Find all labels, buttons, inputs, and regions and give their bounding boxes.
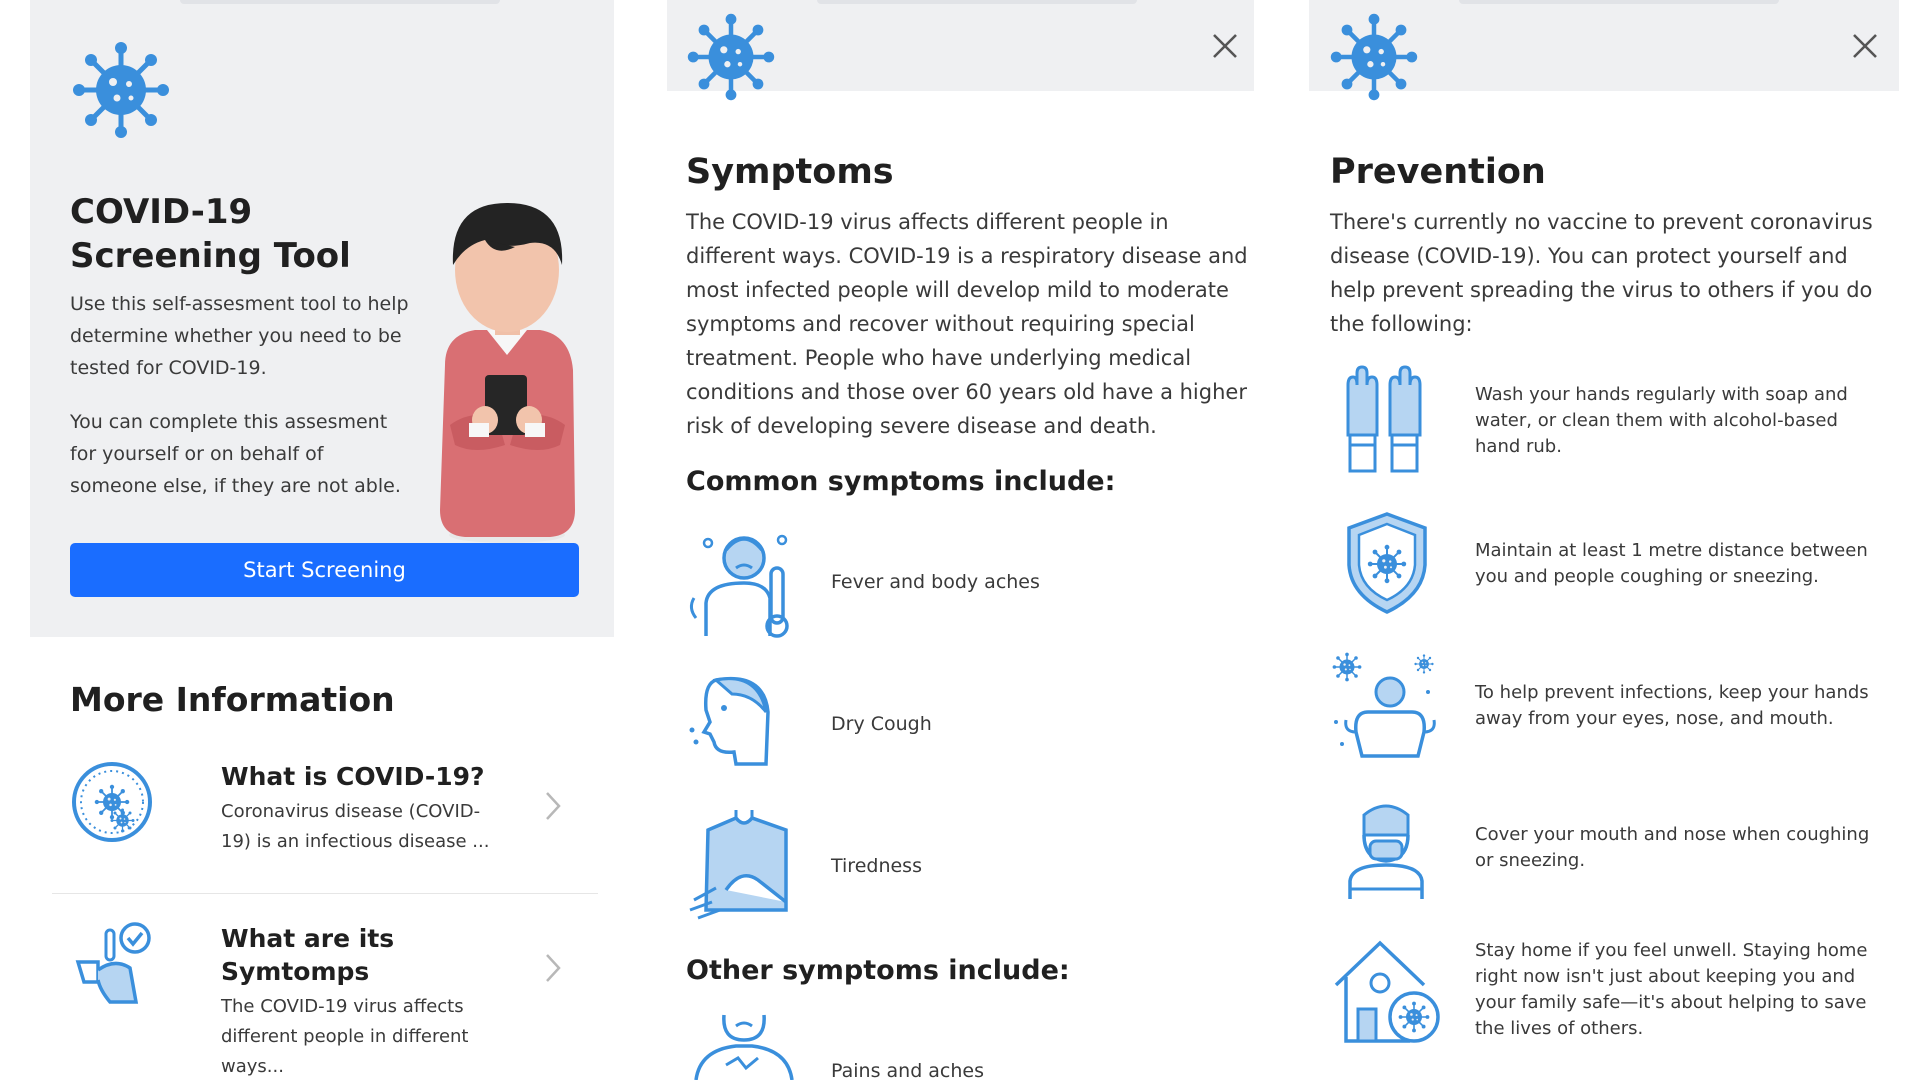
virus-logo-icon [1328, 12, 1420, 102]
close-icon[interactable] [1210, 31, 1240, 61]
info-desc: The COVID-19 virus affects different peo… [221, 996, 469, 1077]
info-desc: Coronavirus disease (COVID-19) is an inf… [221, 801, 490, 852]
prevention-panel: Prevention There's currently no vaccine … [1290, 0, 1920, 1080]
prevention-label: Stay home if you feel unwell. Staying ho… [1475, 940, 1868, 1039]
gloves-icon [1346, 365, 1422, 473]
info-title: What is COVID-19? [221, 762, 485, 791]
prevention-label: Maintain at least 1 metre distance betwe… [1475, 540, 1868, 587]
virus-logo-icon [70, 40, 172, 140]
symptoms-panel: Symptoms The COVID-19 virus affects diff… [650, 0, 1280, 1080]
symptom-label: Dry Cough [831, 713, 932, 735]
chevron-right-icon [546, 954, 561, 982]
shield-virus-icon [1347, 512, 1427, 614]
close-icon[interactable] [1850, 31, 1880, 61]
tiredness-icon [689, 810, 788, 920]
other-symptoms-heading: Other symptoms include: [686, 955, 1070, 986]
strong-person-icon [1332, 652, 1436, 758]
intro-paragraph: Use this self-assesment tool to help det… [70, 293, 409, 379]
fever-thermometer-icon [689, 534, 789, 638]
prevention-label: Wash your hands regularly with soap and … [1475, 384, 1848, 457]
cough-face-icon [689, 677, 770, 766]
pain-icon [694, 1014, 794, 1080]
start-screening-button[interactable]: Start Screening [70, 543, 579, 597]
symptom-label: Tiredness [831, 855, 922, 877]
title-line-2: Screening Tool [70, 236, 351, 276]
title-line-1: COVID-19 [70, 192, 253, 232]
symptom-label: Pains and aches [831, 1060, 985, 1080]
virus-circle-icon [72, 762, 152, 842]
prevention-label: Cover your mouth and nose when coughing … [1475, 824, 1870, 871]
symptoms-heading: Symptoms [686, 152, 894, 192]
drag-grip[interactable] [817, 0, 1137, 4]
screening-panel: COVID-19 Screening Tool Use this self-as… [0, 0, 630, 1080]
drag-grip[interactable] [180, 0, 500, 4]
symptom-label: Fever and body aches [831, 571, 1040, 593]
mask-person-icon [1348, 804, 1424, 899]
page-title: COVID-19 Screening Tool [70, 190, 400, 278]
symptoms-intro: The COVID-19 virus affects different peo… [686, 210, 1248, 438]
virus-logo-icon [685, 12, 777, 102]
home-virus-icon [1334, 940, 1440, 1043]
prevention-heading: Prevention [1330, 152, 1546, 192]
prevention-intro: There's currently no vaccine to prevent … [1330, 210, 1873, 336]
drag-grip[interactable] [1459, 0, 1779, 4]
chevron-right-icon [546, 792, 561, 820]
divider [52, 893, 598, 894]
symptoms-check-icon [75, 922, 151, 1004]
info-title: What are its Symtomps [221, 924, 395, 986]
person-phone-illustration [440, 203, 575, 543]
common-symptoms-heading: Common symptoms include: [686, 466, 1116, 497]
behalf-paragraph: You can complete this assesment for your… [70, 411, 401, 497]
prevention-label: To help prevent infections, keep your ha… [1475, 682, 1869, 729]
more-info-heading: More Information [70, 680, 395, 719]
